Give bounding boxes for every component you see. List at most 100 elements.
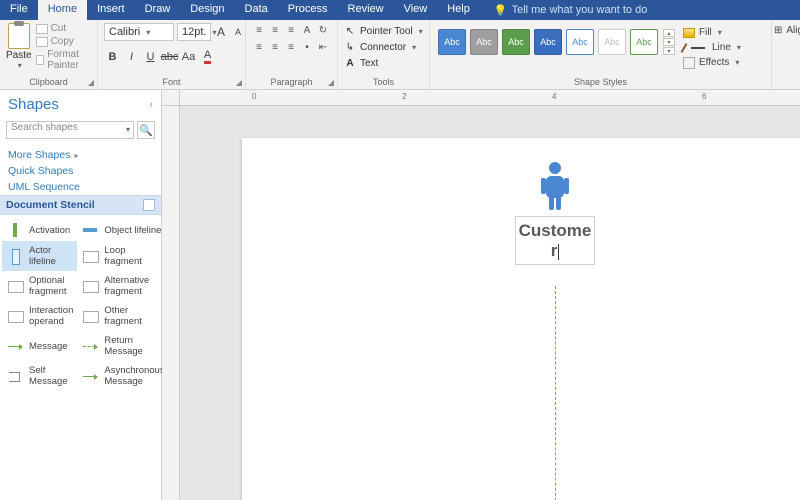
- menu-view[interactable]: View: [394, 0, 438, 20]
- dialog-launcher-icon[interactable]: ◢: [236, 78, 242, 87]
- line-icon: [691, 47, 705, 49]
- shape-thumb-icon: [6, 279, 24, 293]
- shape-master[interactable]: Message: [2, 331, 77, 361]
- font-name-combo[interactable]: Calibri▾: [104, 23, 174, 41]
- style-swatch[interactable]: Abc: [438, 29, 466, 55]
- shape-master[interactable]: Object lifeline: [77, 219, 168, 241]
- menu-review[interactable]: Review: [338, 0, 394, 20]
- menu-data[interactable]: Data: [235, 0, 278, 20]
- style-swatch[interactable]: Abc: [470, 29, 498, 55]
- decrease-indent-button[interactable]: ⇤: [316, 40, 330, 54]
- menu-process[interactable]: Process: [278, 0, 338, 20]
- shape-master[interactable]: Optional fragment: [2, 271, 77, 301]
- gallery-up-button[interactable]: ▴: [663, 29, 675, 37]
- gallery-down-button[interactable]: ▾: [663, 38, 675, 46]
- copy-button[interactable]: Copy: [36, 36, 91, 47]
- align-middle-button[interactable]: ≡: [268, 23, 282, 37]
- align-center-button[interactable]: ≡: [268, 40, 282, 54]
- shape-fill-button[interactable]: Fill▾: [683, 25, 741, 40]
- ruler-corner: [162, 90, 180, 106]
- connector-icon: ↳: [344, 41, 356, 53]
- group-title-clipboard: Clipboard: [29, 77, 68, 87]
- stencil-header[interactable]: Document Stencil: [0, 195, 161, 215]
- search-button[interactable]: 🔍: [137, 121, 155, 139]
- ruler-tick: 2: [402, 92, 406, 101]
- align-left-button[interactable]: ≡: [252, 40, 266, 54]
- actor-label-text-line2: r: [551, 241, 558, 260]
- shape-master[interactable]: Return Message: [77, 331, 168, 361]
- paste-button[interactable]: Paste ▾: [6, 23, 32, 70]
- menu-home[interactable]: Home: [38, 0, 87, 20]
- panel-collapse-button[interactable]: ‹: [150, 99, 153, 110]
- shape-master[interactable]: Asynchronous Message: [77, 361, 168, 391]
- connector-tool-button[interactable]: ↳Connector▾: [344, 39, 423, 55]
- align-bottom-button[interactable]: ≡: [284, 23, 298, 37]
- text-direction-button[interactable]: A: [300, 23, 314, 37]
- menu-insert[interactable]: Insert: [87, 0, 135, 20]
- menu-draw[interactable]: Draw: [135, 0, 181, 20]
- gallery-more-button[interactable]: ▾: [663, 47, 675, 55]
- font-size-combo[interactable]: 12pt.▾: [177, 23, 211, 41]
- style-swatch[interactable]: Abc: [598, 29, 626, 55]
- pointer-tool-button[interactable]: ↖Pointer Tool▾: [344, 23, 423, 39]
- menu-help[interactable]: Help: [437, 0, 480, 20]
- bold-button[interactable]: B: [104, 48, 121, 65]
- shape-master-label: Self Message: [29, 365, 73, 387]
- grow-font-button[interactable]: A: [214, 23, 228, 41]
- strike-button[interactable]: abc: [161, 48, 178, 65]
- font-color-button[interactable]: A: [199, 48, 216, 65]
- drawing-canvas[interactable]: 0246 Custome r: [162, 90, 800, 500]
- shape-thumb-icon: [6, 369, 24, 383]
- shrink-font-button[interactable]: A: [231, 23, 245, 41]
- tell-me-search[interactable]: 💡 Tell me what you want to do: [480, 0, 647, 20]
- shape-line-button[interactable]: Line▾: [683, 40, 741, 55]
- stencil-icon: [143, 199, 155, 211]
- dialog-launcher-icon[interactable]: ◢: [328, 78, 334, 87]
- chevron-down-icon: ▾: [18, 61, 22, 70]
- style-gallery[interactable]: Abc Abc Abc Abc Abc Abc Abc ▴ ▾ ▾: [436, 23, 675, 55]
- shape-master-label: Activation: [29, 225, 70, 236]
- actor-label-text-line1: Custome: [519, 221, 592, 240]
- menu-file[interactable]: File: [0, 0, 38, 20]
- underline-button[interactable]: U: [142, 48, 159, 65]
- actor-label-editing[interactable]: Custome r: [515, 216, 595, 265]
- shapes-panel-title: Shapes: [8, 96, 59, 113]
- text-tool-button[interactable]: AText: [344, 55, 423, 71]
- scissors-icon: [36, 24, 48, 34]
- shape-master[interactable]: Interaction operand: [2, 301, 77, 331]
- chevron-down-icon: ▾: [419, 27, 423, 36]
- rotate-text-button[interactable]: ↻: [316, 23, 330, 37]
- align-top-button[interactable]: ≡: [252, 23, 266, 37]
- cut-button[interactable]: Cut: [36, 23, 91, 34]
- stencil-link[interactable]: Quick Shapes: [8, 165, 153, 177]
- shape-master-label: Optional fragment: [29, 275, 73, 297]
- shape-master[interactable]: Activation: [2, 219, 77, 241]
- page[interactable]: Custome r: [242, 138, 800, 500]
- shape-master[interactable]: Alternative fragment: [77, 271, 168, 301]
- stencil-link[interactable]: UML Sequence: [8, 181, 153, 193]
- shape-master-label: Asynchronous Message: [104, 365, 164, 387]
- shape-master[interactable]: Other fragment: [77, 301, 168, 331]
- dialog-launcher-icon[interactable]: ◢: [88, 78, 94, 87]
- style-swatch[interactable]: Abc: [502, 29, 530, 55]
- shape-effects-button[interactable]: Effects▾: [683, 55, 741, 70]
- menu-design[interactable]: Design: [180, 0, 234, 20]
- style-swatch[interactable]: Abc: [630, 29, 658, 55]
- style-swatch[interactable]: Abc: [566, 29, 594, 55]
- shape-master[interactable]: Self Message: [2, 361, 77, 391]
- lifeline-dash[interactable]: [555, 286, 556, 500]
- chevron-right-icon: ▸: [74, 151, 78, 160]
- format-painter-button[interactable]: Format Painter: [36, 49, 91, 71]
- actor-lifeline-shape[interactable]: Custome r: [515, 160, 595, 265]
- tell-me-label: Tell me what you want to do: [512, 4, 648, 16]
- align-button[interactable]: ⊞Alig: [774, 23, 800, 38]
- italic-button[interactable]: I: [123, 48, 140, 65]
- stencil-link[interactable]: More Shapes▸: [8, 149, 153, 161]
- bullets-button[interactable]: •: [300, 40, 314, 54]
- shape-master[interactable]: Actor lifeline: [2, 241, 77, 271]
- style-swatch[interactable]: Abc: [534, 29, 562, 55]
- align-right-button[interactable]: ≡: [284, 40, 298, 54]
- change-case-button[interactable]: Aa: [180, 48, 197, 65]
- shape-master[interactable]: Loop fragment: [77, 241, 168, 271]
- shape-search-input[interactable]: Search shapes ▾: [6, 121, 134, 139]
